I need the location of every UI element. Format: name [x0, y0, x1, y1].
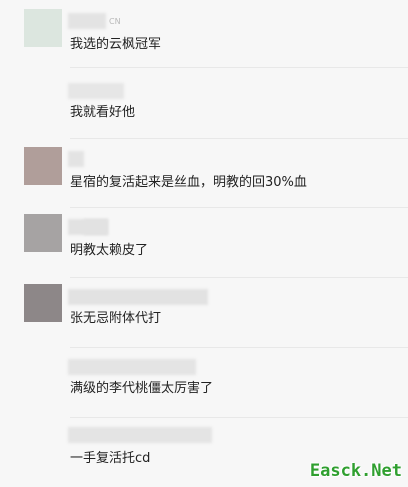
- comment-list: CN 我选的云枫冠军 我就看好他 星宿的复活起来是丝血，明教的回30%血 明教太…: [0, 0, 408, 487]
- username-blurred[interactable]: [68, 427, 212, 443]
- comment-text: 明教太赖皮了: [70, 243, 149, 258]
- username-blurred[interactable]: [68, 289, 208, 305]
- avatar[interactable]: [24, 9, 62, 47]
- region-badge: CN: [109, 17, 121, 26]
- comment-item: 明教太赖皮了: [0, 208, 408, 278]
- comment-item: 张无忌附体代打: [0, 278, 408, 348]
- comment-text: 我选的云枫冠军: [70, 37, 162, 52]
- comment-item: CN 我选的云枫冠军: [0, 0, 408, 68]
- comment-text: 张无忌附体代打: [70, 311, 162, 326]
- comment-item: 满级的李代桃僵太厉害了: [0, 348, 408, 418]
- comment-text: 一手复活托cd: [70, 451, 151, 466]
- username-blurred[interactable]: [84, 219, 108, 235]
- site-watermark: Easck.Net: [309, 461, 402, 481]
- comment-text: 星宿的复活起来是丝血，明教的回30%血: [70, 175, 307, 190]
- comment-item: 星宿的复活起来是丝血，明教的回30%血: [0, 139, 408, 208]
- username-blurred[interactable]: [68, 359, 196, 375]
- comment-text: 我就看好他: [70, 105, 136, 120]
- username-blurred[interactable]: [68, 83, 124, 99]
- avatar[interactable]: [24, 214, 62, 252]
- avatar[interactable]: [24, 147, 62, 185]
- comment-item: 我就看好他: [0, 68, 408, 139]
- comment-text: 满级的李代桃僵太厉害了: [70, 381, 214, 396]
- avatar[interactable]: [24, 284, 62, 322]
- username-blurred[interactable]: [68, 151, 84, 167]
- username-blurred[interactable]: [68, 13, 106, 29]
